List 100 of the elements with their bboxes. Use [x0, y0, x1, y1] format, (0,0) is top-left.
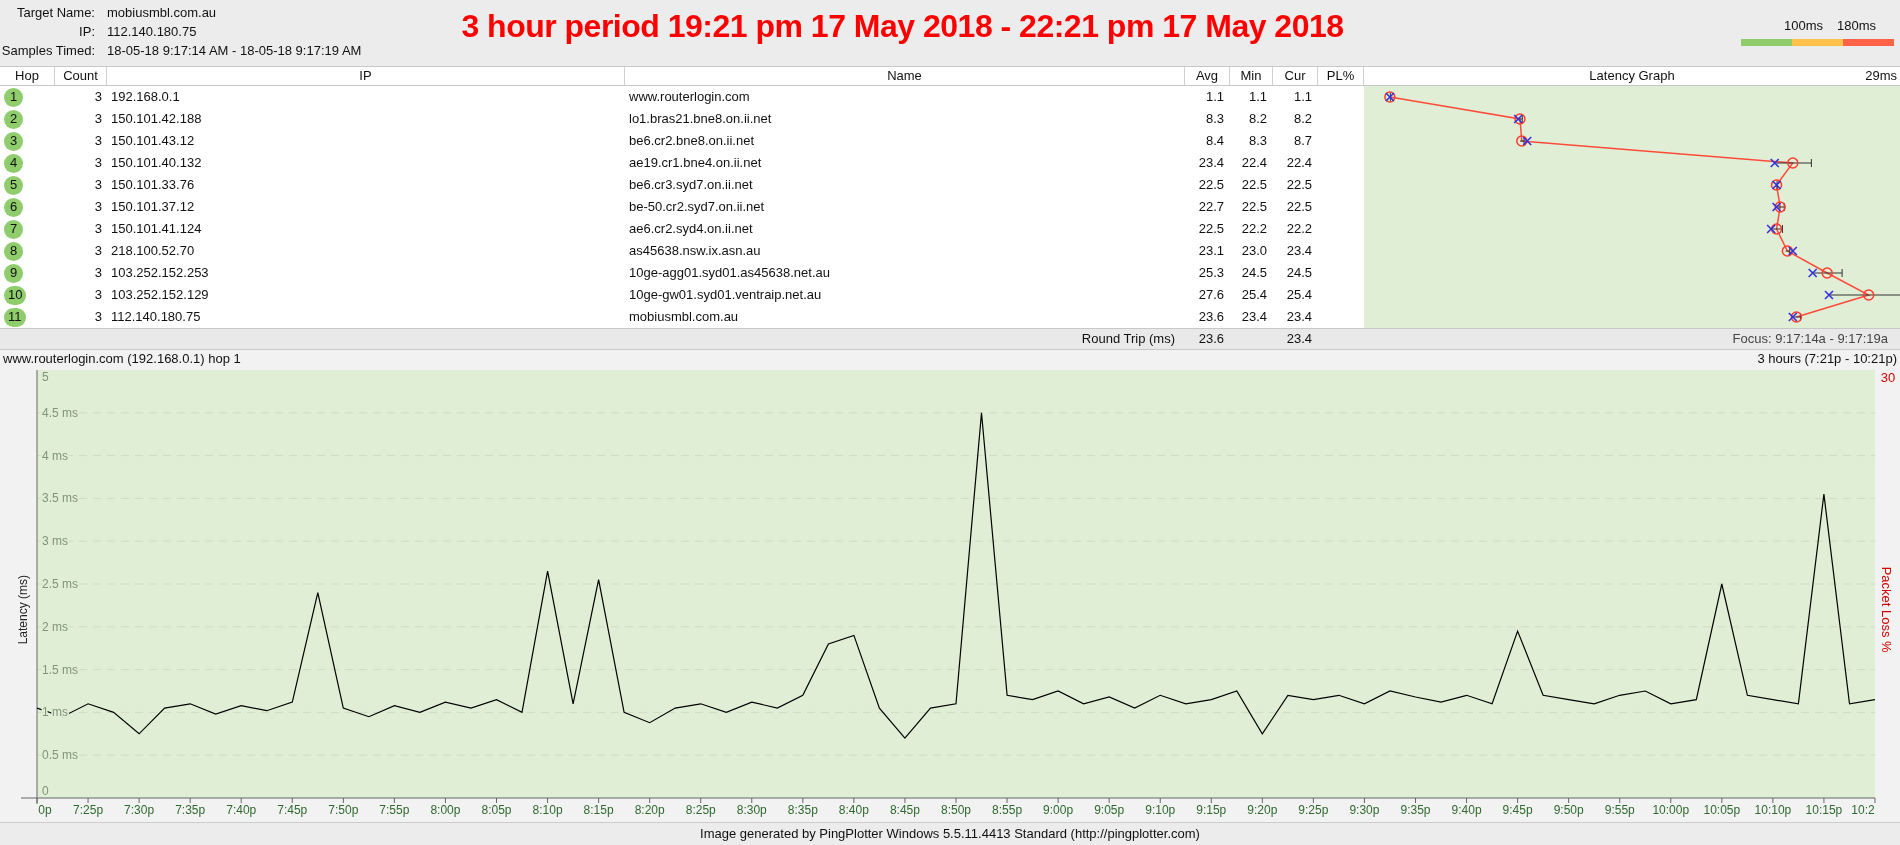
column-header[interactable]: Count	[55, 67, 107, 85]
table-cell-text: 10ge-gw01.syd01.ventraip.net.au	[628, 286, 823, 305]
x-tick-label: 7:45p	[277, 803, 308, 817]
field-label: Samples Timed:	[0, 42, 95, 60]
x-tick-label: 8:40p	[838, 803, 869, 817]
table-cell-text: 192.168.0.1	[110, 88, 181, 107]
y-tick-label: 4.5 ms	[42, 405, 78, 420]
table-cell-text: 8.7	[1292, 132, 1313, 151]
table-cell-text: 3	[93, 110, 103, 129]
x-tick-label: 9:05p	[1094, 803, 1125, 817]
y-tick-label: 2 ms	[42, 619, 68, 634]
table-cell-text: 1.1	[1204, 88, 1225, 107]
table-cell-text: www.routerlogin.com	[628, 88, 751, 107]
x-tick-label: 10:10p	[1754, 803, 1792, 817]
table-cell-text: 25.3	[1197, 264, 1225, 283]
table-cell-text: 3	[93, 286, 103, 305]
table-cell-text: 23.1	[1197, 242, 1225, 261]
column-header[interactable]: Avg	[1185, 67, 1230, 85]
hop-badge: 6	[4, 197, 23, 217]
hop-badge: 3	[4, 131, 23, 151]
table-cell-text: 103.252.152.129	[110, 286, 210, 305]
hop-marker	[1807, 267, 1843, 279]
x-tick-label: 8:00p	[430, 803, 461, 817]
x-tick-label: 7:40p	[226, 803, 257, 817]
threshold-label: 180ms	[1836, 17, 1876, 35]
table-cell-text: 3	[93, 308, 103, 327]
table-cell-text: 10ge-agg01.syd01.as45638.net.au	[628, 264, 831, 283]
table-cell-text: 22.4	[1285, 154, 1313, 173]
hop-marker	[1781, 245, 1798, 257]
table-cell-text: 3	[93, 154, 103, 173]
table-cell-text: ae19.cr1.bne4.on.ii.net	[628, 154, 763, 173]
x-tick-label: 10:2	[1851, 803, 1875, 817]
table-cell-text: 24.5	[1285, 264, 1313, 283]
table-cell-text: 22.5	[1197, 176, 1225, 195]
table-cell-text: 22.5	[1240, 198, 1268, 217]
column-header-label: Latency Graph	[1589, 67, 1675, 85]
table-cell-text: 22.2	[1285, 220, 1313, 239]
hop-marker	[1770, 179, 1783, 191]
hop-badge: 5	[4, 175, 23, 195]
table-cell-text: 3	[93, 132, 103, 151]
table-cell-text: 3	[93, 264, 103, 283]
hop-badge: 10	[4, 285, 27, 305]
time-range: 3 hours (7:21p - 10:21p)	[1757, 350, 1897, 368]
target-name: mobiusmbl.com.au	[107, 4, 218, 22]
packet-loss-axis-title: Packet Loss %	[1879, 566, 1894, 653]
table-cell-text: 150.101.37.12	[110, 198, 196, 217]
x-tick-label: 10:05p	[1703, 803, 1741, 817]
table-cell-text: 25.4	[1240, 286, 1268, 305]
column-header[interactable]: PL%	[1318, 67, 1364, 85]
table-cell-text: 103.252.152.253	[110, 264, 210, 283]
table-cell-text: 8.4	[1204, 132, 1225, 151]
column-header[interactable]: Name	[625, 67, 1185, 85]
graph-scale-max: 29ms	[1865, 67, 1897, 85]
table-cell-text: 3	[93, 198, 103, 217]
x-tick-label: 9:20p	[1247, 803, 1278, 817]
hop-marker	[1516, 135, 1532, 147]
table-cell-text: 8.3	[1247, 132, 1268, 151]
table-cell-text: mobiusmbl.com.au	[628, 308, 740, 327]
table-cell-text: 23.4	[1240, 308, 1268, 327]
table-cell-text: 3	[93, 88, 103, 107]
table-cell-text: 27.6	[1197, 286, 1225, 305]
column-header[interactable]: Cur	[1273, 67, 1318, 85]
x-tick-label: 7:35p	[175, 803, 206, 817]
column-header[interactable]: Hop	[0, 67, 55, 85]
hop-badge: 8	[4, 241, 23, 261]
table-cell-text: 22.5	[1197, 220, 1225, 239]
table-cell-text: lo1.bras21.bne8.on.ii.net	[628, 110, 773, 129]
x-tick-label: 9:30p	[1349, 803, 1380, 817]
y-tick-label: 5	[42, 370, 49, 384]
x-tick-label: 9:55p	[1604, 803, 1635, 817]
field-label: Target Name:	[15, 4, 95, 22]
x-tick-label: 8:25p	[685, 803, 716, 817]
hop-marker	[1766, 223, 1783, 235]
table-cell-text: 1.1	[1292, 88, 1313, 107]
round-trip-avg: 23.6	[1197, 330, 1225, 349]
table-cell-text: 23.4	[1285, 242, 1313, 261]
table-cell-text: 3	[93, 176, 103, 195]
table-cell-text: 22.5	[1285, 176, 1313, 195]
hop-badge: 9	[4, 263, 23, 283]
table-cell-text: 150.101.43.12	[110, 132, 196, 151]
table-cell-text: as45638.nsw.ix.asn.au	[628, 242, 762, 261]
table-cell-text: 8.2	[1247, 110, 1268, 129]
table-cell-text: 22.2	[1240, 220, 1268, 239]
y-axis-title: Latency (ms)	[16, 575, 30, 645]
column-header[interactable]: IP	[107, 67, 625, 85]
column-header[interactable]: Min	[1230, 67, 1273, 85]
table-cell-text: 218.100.52.70	[110, 242, 196, 261]
y-tick-label: 4 ms	[42, 448, 68, 463]
table-cell-text: 112.140.180.75	[110, 308, 202, 327]
x-tick-label: 0p	[38, 803, 52, 817]
hop-marker	[1384, 91, 1396, 103]
table-cell-text: be6.cr3.syd7.on.ii.net	[628, 176, 754, 195]
x-tick-label: 8:20p	[634, 803, 665, 817]
table-cell-text: 23.4	[1285, 308, 1313, 327]
column-header[interactable]: Latency Graph 29ms	[1364, 67, 1900, 85]
table-cell-text: 1.1	[1247, 88, 1268, 107]
y-tick-label: 3.5 ms	[42, 491, 78, 506]
field-label: IP:	[78, 23, 95, 41]
packet-loss-max: 30	[1880, 370, 1896, 385]
hop-badge: 7	[4, 219, 23, 239]
